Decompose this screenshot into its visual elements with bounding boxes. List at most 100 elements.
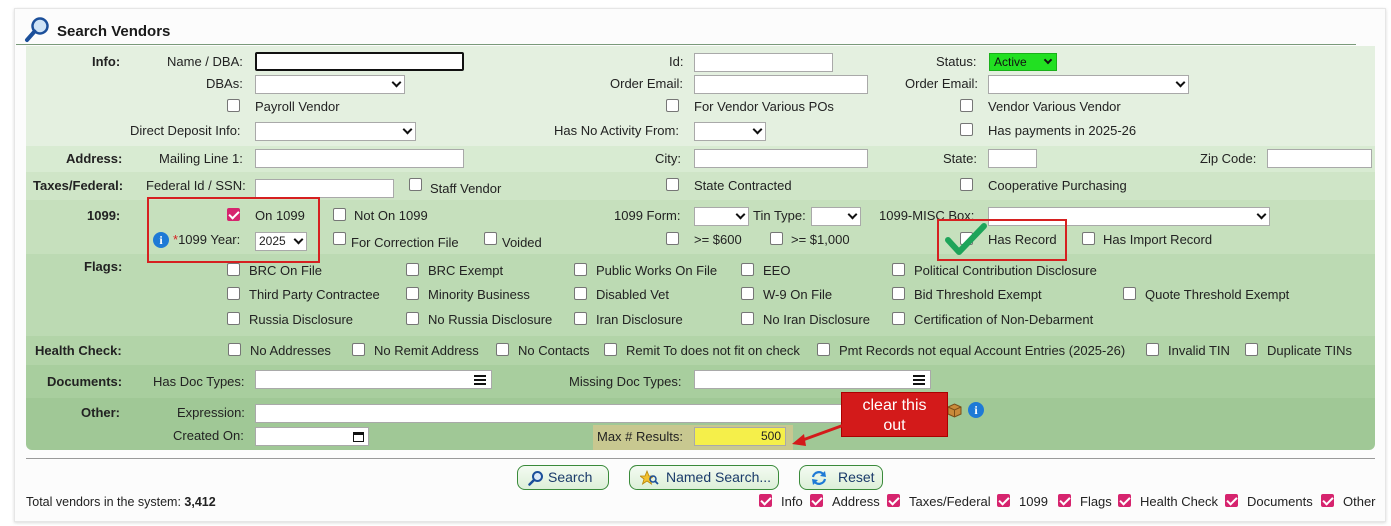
flag-quote-threshold-exempt-checkbox[interactable] (1123, 287, 1136, 300)
f1099-form-select[interactable] (694, 207, 749, 226)
flag-no-russia-disclosure-checkbox[interactable] (406, 312, 419, 325)
has-payments-checkbox[interactable] (960, 123, 973, 136)
city-input[interactable] (694, 149, 868, 168)
toggle-documents-checkbox[interactable] (1225, 494, 1238, 507)
health-duplicate-tins-checkbox[interactable] (1245, 343, 1258, 356)
name-dba-input[interactable] (255, 52, 464, 71)
payroll-vendor-checkbox[interactable] (227, 99, 240, 112)
toggle-taxes-federal-checkbox[interactable] (887, 494, 900, 507)
flag-no-iran-disclosure-label: No Iran Disclosure (763, 312, 870, 327)
flag-political-contribution-disclosure-checkbox[interactable] (892, 263, 905, 276)
menu-icon[interactable] (913, 375, 925, 385)
coop-purchasing-checkbox[interactable] (960, 178, 973, 191)
dbas-label: DBAs: (206, 76, 243, 91)
search-button[interactable]: Search (517, 465, 609, 490)
flag-third-party-contractee-checkbox[interactable] (227, 287, 240, 300)
has-import-record-checkbox[interactable] (1082, 232, 1095, 245)
total-vendors-label: Total vendors in the system: (26, 495, 181, 509)
flag-political-contribution-disclosure-label: Political Contribution Disclosure (914, 263, 1097, 278)
toggle-health-check-checkbox[interactable] (1118, 494, 1131, 507)
flag-certification-of-non-debarment-checkbox[interactable] (892, 312, 905, 325)
health-no-contacts-checkbox[interactable] (496, 343, 509, 356)
health-remit-to-does-not-fit-on-check-checkbox[interactable] (604, 343, 617, 356)
state-contracted-checkbox[interactable] (666, 178, 679, 191)
annotation-box-1099 (147, 197, 320, 263)
order-email-input[interactable] (694, 75, 868, 94)
annotation-callout: clear this out (841, 392, 948, 437)
has-doc-types-input[interactable] (255, 370, 492, 389)
flag-brc-on-file-checkbox[interactable] (227, 263, 240, 276)
no-activity-select[interactable] (694, 122, 766, 141)
missing-doc-types-input[interactable] (694, 370, 931, 389)
created-on-input[interactable] (255, 427, 369, 446)
status-select[interactable]: Active (989, 53, 1057, 71)
for-vendor-various-label: For Vendor Various POs (694, 99, 834, 114)
toggle-flags-checkbox[interactable] (1058, 494, 1071, 507)
flag-public-works-on-file-checkbox[interactable] (574, 263, 587, 276)
named-search-button[interactable]: Named Search... (629, 465, 779, 490)
mailing-line-input[interactable] (255, 149, 464, 168)
state-input[interactable] (988, 149, 1037, 168)
calendar-icon[interactable] (353, 432, 364, 442)
dbas-select[interactable] (255, 75, 405, 94)
tin-type-select[interactable] (811, 207, 861, 226)
flag-russia-disclosure-checkbox[interactable] (227, 312, 240, 325)
for-correction-checkbox[interactable] (333, 232, 346, 245)
health-no-remit-address-checkbox[interactable] (352, 343, 365, 356)
info-icon[interactable]: i (968, 402, 984, 418)
health-no-addresses-checkbox[interactable] (228, 343, 241, 356)
toggle-1099-checkbox[interactable] (997, 494, 1010, 507)
gte-600-checkbox[interactable] (666, 232, 679, 245)
flag-third-party-contractee-label: Third Party Contractee (249, 287, 380, 302)
max-results-label: Max # Results: (597, 429, 683, 444)
search-icon (528, 471, 543, 486)
toggle-other-checkbox[interactable] (1321, 494, 1334, 507)
flag-disabled-vet-checkbox[interactable] (574, 287, 587, 300)
toggle-address-checkbox[interactable] (810, 494, 823, 507)
magnifier-icon (25, 17, 49, 42)
staff-vendor-checkbox[interactable] (409, 178, 422, 191)
health-no-addresses-label: No Addresses (250, 343, 331, 358)
flag-no-iran-disclosure-checkbox[interactable] (741, 312, 754, 325)
other-section-label: Other: (81, 405, 120, 420)
flag-brc-exempt-checkbox[interactable] (406, 263, 419, 276)
flag-iran-disclosure-checkbox[interactable] (574, 312, 587, 325)
flag-bid-threshold-exempt-checkbox[interactable] (892, 287, 905, 300)
flag-minority-business-checkbox[interactable] (406, 287, 419, 300)
flag-w-9-on-file-checkbox[interactable] (741, 287, 754, 300)
health-pmt-records-not-equal-account-entries-2025-26-checkbox[interactable] (817, 343, 830, 356)
chevron-down-icon (1043, 55, 1053, 65)
flag-brc-on-file-label: BRC On File (249, 263, 322, 278)
for-vendor-various-checkbox[interactable] (666, 99, 679, 112)
flag-eeo-label: EEO (763, 263, 791, 278)
vendor-various-vendor-checkbox[interactable] (960, 99, 973, 112)
flag-certification-of-non-debarment-label: Certification of Non-Debarment (914, 312, 1094, 327)
reset-button-label: Reset (838, 469, 875, 485)
callout-line-2: out (883, 417, 906, 434)
voided-checkbox[interactable] (484, 232, 497, 245)
star-search-icon (640, 470, 659, 485)
toggle-info-checkbox[interactable] (759, 494, 772, 507)
address-section-label: Address: (66, 151, 123, 166)
health-invalid-tin-checkbox[interactable] (1146, 343, 1159, 356)
has-doc-types-label: Has Doc Types: (153, 374, 245, 389)
id-input[interactable] (694, 53, 833, 72)
not-on-1099-checkbox[interactable] (333, 208, 346, 221)
zip-input[interactable] (1267, 149, 1372, 168)
box-icon[interactable] (946, 402, 963, 419)
state-contracted-label: State Contracted (694, 178, 792, 193)
chevron-down-icon (391, 77, 402, 88)
menu-icon[interactable] (474, 375, 486, 385)
federal-id-input[interactable] (255, 179, 394, 198)
chevron-down-icon (752, 124, 763, 135)
footer-divider (26, 458, 1375, 459)
direct-deposit-select[interactable] (255, 122, 416, 141)
gte-1000-checkbox[interactable] (770, 232, 783, 245)
zip-label: Zip Code: (1200, 151, 1257, 166)
max-results-input[interactable]: 500 (694, 427, 786, 446)
flag-eeo-checkbox[interactable] (741, 263, 754, 276)
order-email-select-label: Order Email: (905, 76, 978, 91)
coop-purchasing-label: Cooperative Purchasing (988, 178, 1127, 193)
order-email-select[interactable] (988, 75, 1189, 94)
reset-button[interactable]: Reset (799, 465, 883, 490)
